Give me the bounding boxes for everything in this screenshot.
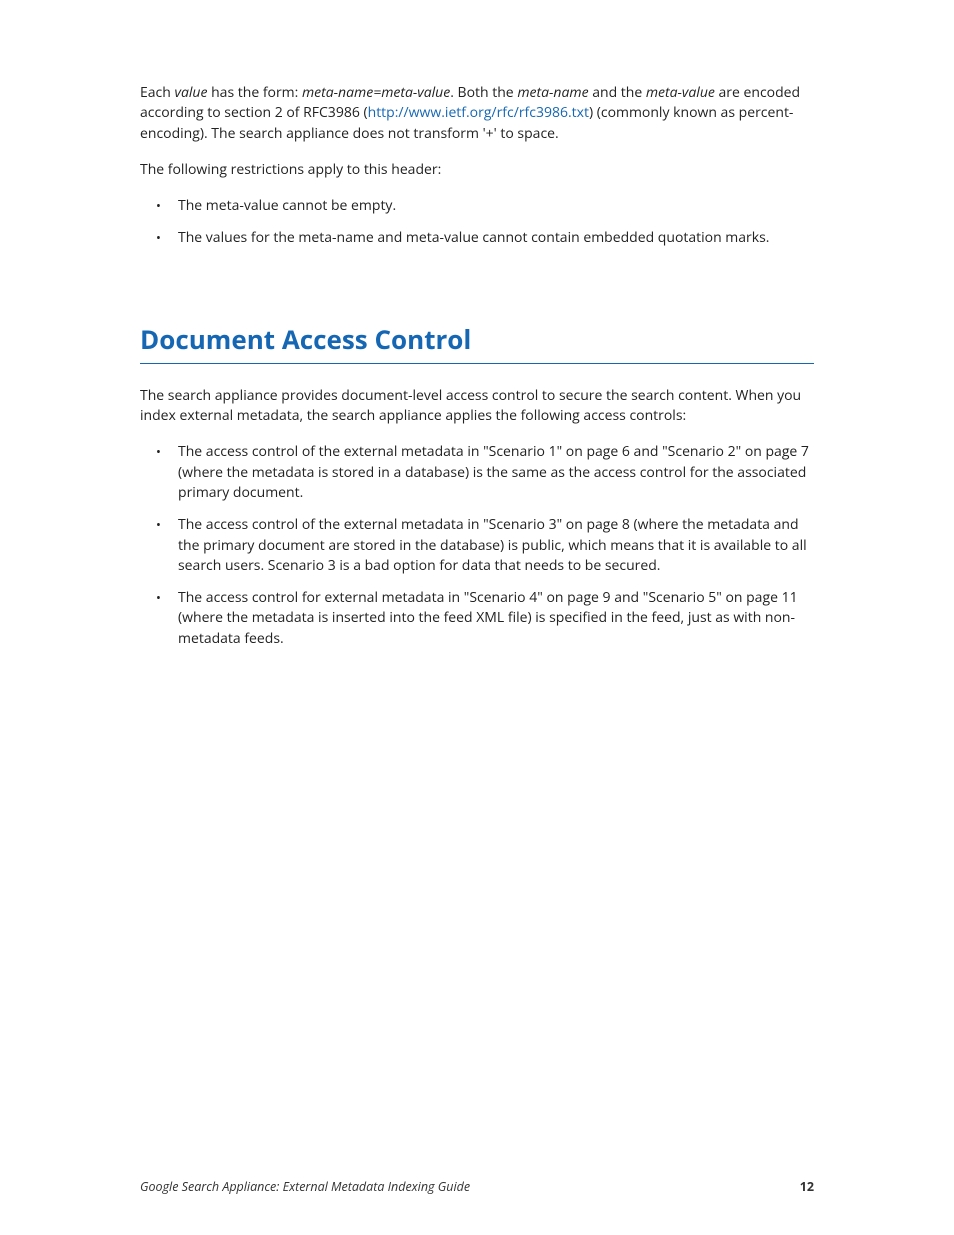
footer-page-number: 12 — [800, 1178, 814, 1195]
italic-form: meta-name=meta-value — [302, 83, 450, 102]
list-item: The values for the meta-name and meta-va… — [162, 228, 814, 248]
italic-meta-name: meta-name — [517, 83, 588, 102]
intro-paragraph-2: The following restrictions apply to this… — [140, 160, 814, 180]
text: Each — [140, 83, 175, 102]
rfc-link[interactable]: http://www.ietf.org/rfc/rfc3986.txt — [368, 103, 589, 122]
spacer — [140, 265, 814, 321]
text: and the — [589, 83, 646, 102]
section-intro: The search appliance provides document-l… — [140, 386, 814, 427]
list-item: The access control of the external metad… — [162, 442, 814, 503]
list-item: The access control for external metadata… — [162, 588, 814, 649]
text: . Both the — [450, 83, 517, 102]
intro-paragraph-1: Each value has the form: meta-name=meta-… — [140, 83, 814, 144]
page-content: Each value has the form: meta-name=meta-… — [0, 0, 954, 649]
access-control-list: The access control of the external metad… — [140, 442, 814, 649]
text: has the form: — [207, 83, 302, 102]
section-heading: Document Access Control — [140, 321, 814, 364]
list-item: The meta-value cannot be empty. — [162, 196, 814, 216]
restrictions-list: The meta-value cannot be empty. The valu… — [140, 196, 814, 249]
italic-value: value — [175, 83, 208, 102]
list-item: The access control of the external metad… — [162, 515, 814, 576]
footer-title: Google Search Appliance: External Metada… — [140, 1178, 470, 1195]
page-footer: Google Search Appliance: External Metada… — [140, 1178, 814, 1195]
italic-meta-value: meta-value — [646, 83, 715, 102]
